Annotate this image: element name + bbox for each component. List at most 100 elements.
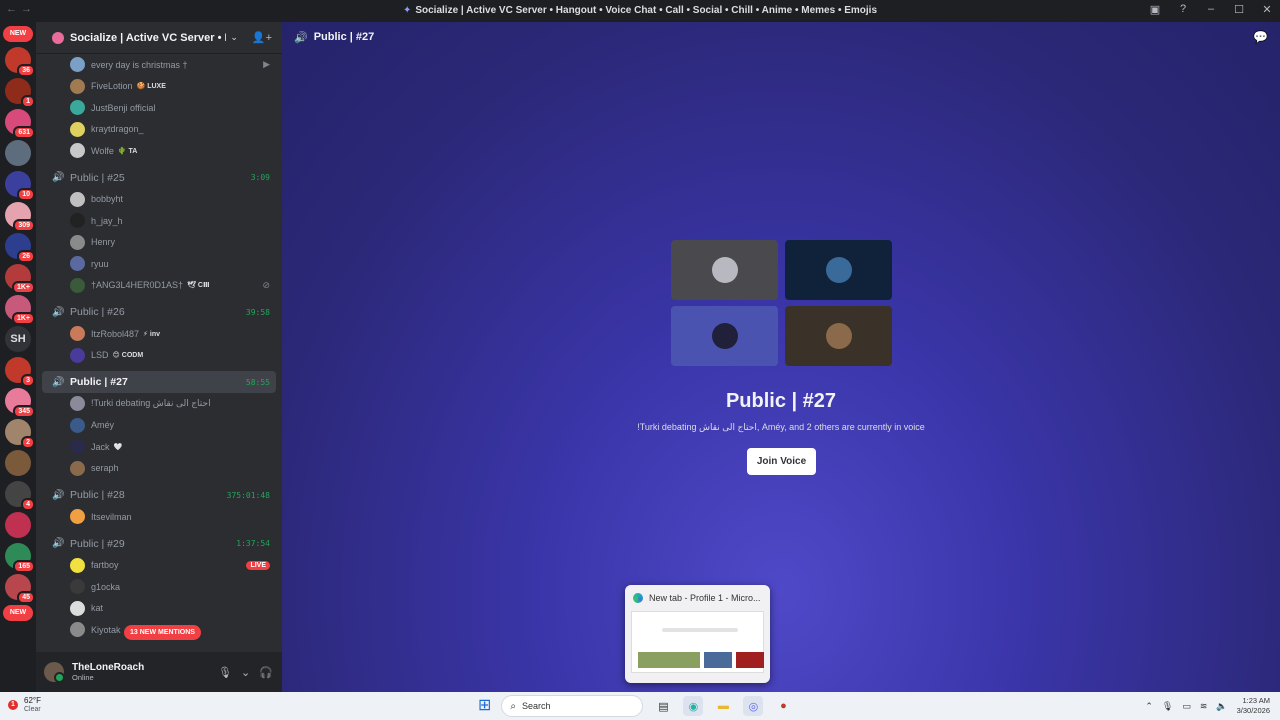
voice-user[interactable]: ryuu — [42, 253, 276, 275]
minimize-button[interactable]: – — [1204, 3, 1218, 16]
voice-user[interactable]: kraytdragon_ — [42, 119, 276, 141]
server-icon[interactable]: 165 — [5, 543, 35, 573]
server-icon[interactable]: 631 — [5, 109, 35, 139]
headphones-icon[interactable]: 🎧 — [259, 666, 273, 679]
display-icon[interactable]: ▭ — [1182, 701, 1191, 712]
avatar — [70, 143, 85, 159]
microphone-icon[interactable]: 🎙 — [1162, 701, 1173, 712]
chevron-up-icon[interactable]: ⌃ — [1145, 701, 1153, 712]
voice-user[interactable]: Itsevilman — [42, 506, 276, 528]
unread-badge: 1K+ — [11, 312, 35, 325]
server-icon[interactable]: 26 — [5, 233, 35, 263]
join-voice-button[interactable]: Join Voice — [747, 448, 816, 475]
inbox-icon[interactable]: ▣ — [1148, 3, 1162, 16]
server-icon[interactable]: 1 — [5, 78, 35, 108]
volume-icon[interactable]: 🔈 — [1216, 701, 1227, 712]
voice-user[interactable]: kat — [42, 598, 276, 620]
avatar — [711, 257, 738, 283]
participant-tile — [785, 306, 892, 366]
new-servers-badge[interactable]: NEW — [3, 605, 33, 621]
new-mentions-badge[interactable]: 13 NEW MENTIONS — [124, 625, 201, 640]
voice-user[interactable]: seraph — [42, 458, 276, 480]
server-icon[interactable]: 345 — [5, 388, 35, 418]
server-icon[interactable]: 309 — [5, 202, 35, 232]
voice-user[interactable]: FiveLotion 🍪 LUXE — [42, 76, 276, 98]
voice-user[interactable]: Améy — [42, 415, 276, 437]
wifi-icon[interactable]: ≋ — [1200, 701, 1208, 712]
server-icon[interactable] — [5, 140, 31, 166]
server-icon[interactable]: 36 — [5, 47, 35, 77]
avatar — [70, 347, 85, 363]
unread-badge: 1 — [21, 95, 35, 108]
taskbar-search[interactable]: ⌕ Search — [501, 695, 644, 717]
live-badge: LIVE — [246, 560, 270, 570]
task-view-icon[interactable]: ▤ — [653, 696, 673, 716]
voice-channel[interactable]: 🔊 Public | #25 3:09 — [42, 167, 276, 189]
server-icon[interactable]: SH — [5, 326, 31, 352]
avatar[interactable] — [44, 662, 65, 683]
server-icon[interactable]: 1K+ — [5, 264, 35, 294]
camera-icon: ▶ — [263, 59, 270, 70]
channel-sidebar: Socialize | Active VC Server • Han... ⌄ … — [36, 22, 282, 692]
user-panel: TheLoneRoach Online 🎙 ⌄ 🎧 ⌄ ⚙ — [36, 652, 282, 692]
help-icon[interactable]: ? — [1176, 3, 1190, 16]
maximize-button[interactable]: ☐ — [1232, 3, 1246, 16]
participant-tiles — [671, 240, 893, 366]
voice-user[interactable]: g1ocka — [42, 576, 276, 598]
discord-icon[interactable]: ◎ — [743, 696, 764, 716]
voice-user[interactable]: †ANG3L4HER0D1AS† 🕊 CⅢ ⊘ — [42, 275, 276, 297]
voice-user[interactable]: JustBenji official — [42, 97, 276, 119]
server-icon[interactable]: 10 — [5, 171, 35, 201]
user-tag: 😊 CODM — [112, 352, 144, 360]
taskbar-window-preview[interactable]: New tab - Profile 1 - Micro... — [625, 585, 770, 683]
user-tag: 🍪 LUXE — [136, 83, 166, 91]
server-icon[interactable]: 45 — [5, 574, 35, 604]
close-button[interactable]: ✕ — [1260, 3, 1274, 16]
chevron-down-icon[interactable]: ⌄ — [241, 666, 250, 679]
channel-timer: 375:01:48 — [226, 490, 270, 500]
edge-browser-icon[interactable]: ◉ — [683, 696, 704, 716]
voice-user[interactable]: Wolfe 🌵 TA — [42, 140, 276, 162]
server-icon[interactable]: 3 — [5, 357, 35, 387]
windows-start-icon[interactable]: ⊞ — [478, 695, 491, 717]
voice-user[interactable]: every day is christmas † ▶ — [42, 54, 276, 76]
server-header[interactable]: Socialize | Active VC Server • Han... ⌄ … — [36, 22, 282, 54]
chrome-icon[interactable]: ● — [773, 696, 793, 716]
file-explorer-icon[interactable]: ▬ — [713, 696, 733, 716]
voice-user[interactable]: fartboy LIVE — [42, 555, 276, 577]
clock[interactable]: 1:23 AM 3/30/2026 — [1237, 696, 1270, 716]
server-icon[interactable]: 4 — [5, 481, 35, 511]
voice-user[interactable]: Jack 🤍 — [42, 436, 276, 458]
voice-user[interactable]: Henry — [42, 232, 276, 254]
voice-channel[interactable]: 🔊 Public | #29 1:37:54 — [42, 533, 276, 555]
server-icon[interactable] — [5, 450, 31, 476]
window-title: ✦ Socialize | Active VC Server • Hangout … — [402, 5, 878, 16]
server-icon[interactable]: 2 — [5, 419, 35, 449]
voice-user[interactable]: h_jay_h — [42, 210, 276, 232]
voice-channel[interactable]: 🔊 Public | #26 39:58 — [42, 301, 276, 323]
user-tag: ⚡ inv — [143, 330, 161, 338]
chevron-down-icon[interactable]: ⌄ — [230, 32, 238, 43]
server-icon[interactable]: 1K+ — [5, 295, 35, 325]
voice-user[interactable]: LSD 😊 CODM — [42, 345, 276, 367]
channel-name: Public | #25 — [70, 171, 125, 184]
weather-widget[interactable]: 1 62°F Clear — [8, 696, 41, 713]
channel-timer: 1:37:54 — [236, 539, 270, 548]
speaker-icon: 🔊 — [52, 376, 65, 388]
voice-channel[interactable]: 🔊 Public | #27 58:55 — [42, 371, 276, 393]
participant-tile — [671, 240, 778, 300]
microphone-icon[interactable]: 🎙 — [218, 666, 232, 679]
voice-user[interactable]: bobbyht — [42, 189, 276, 211]
server-avatar-icon — [52, 31, 64, 44]
voice-user[interactable]: ItzRobol487 ⚡ inv — [42, 323, 276, 345]
add-user-icon[interactable]: 👤+ — [252, 31, 272, 44]
chat-icon[interactable]: 💬 — [1253, 30, 1268, 44]
unread-badge: 36 — [17, 64, 35, 77]
voice-user[interactable]: !Turki debating احتاج الى نقاش — [42, 393, 276, 415]
server-icon[interactable] — [5, 512, 31, 538]
username: JustBenji official — [91, 102, 156, 113]
username: !Turki debating احتاج الى نقاش — [91, 398, 211, 409]
weather-alert-icon: 1 — [8, 699, 18, 710]
voice-channel[interactable]: 🔊 Public | #28 375:01:48 — [42, 484, 276, 506]
new-servers-badge[interactable]: NEW — [3, 26, 33, 42]
